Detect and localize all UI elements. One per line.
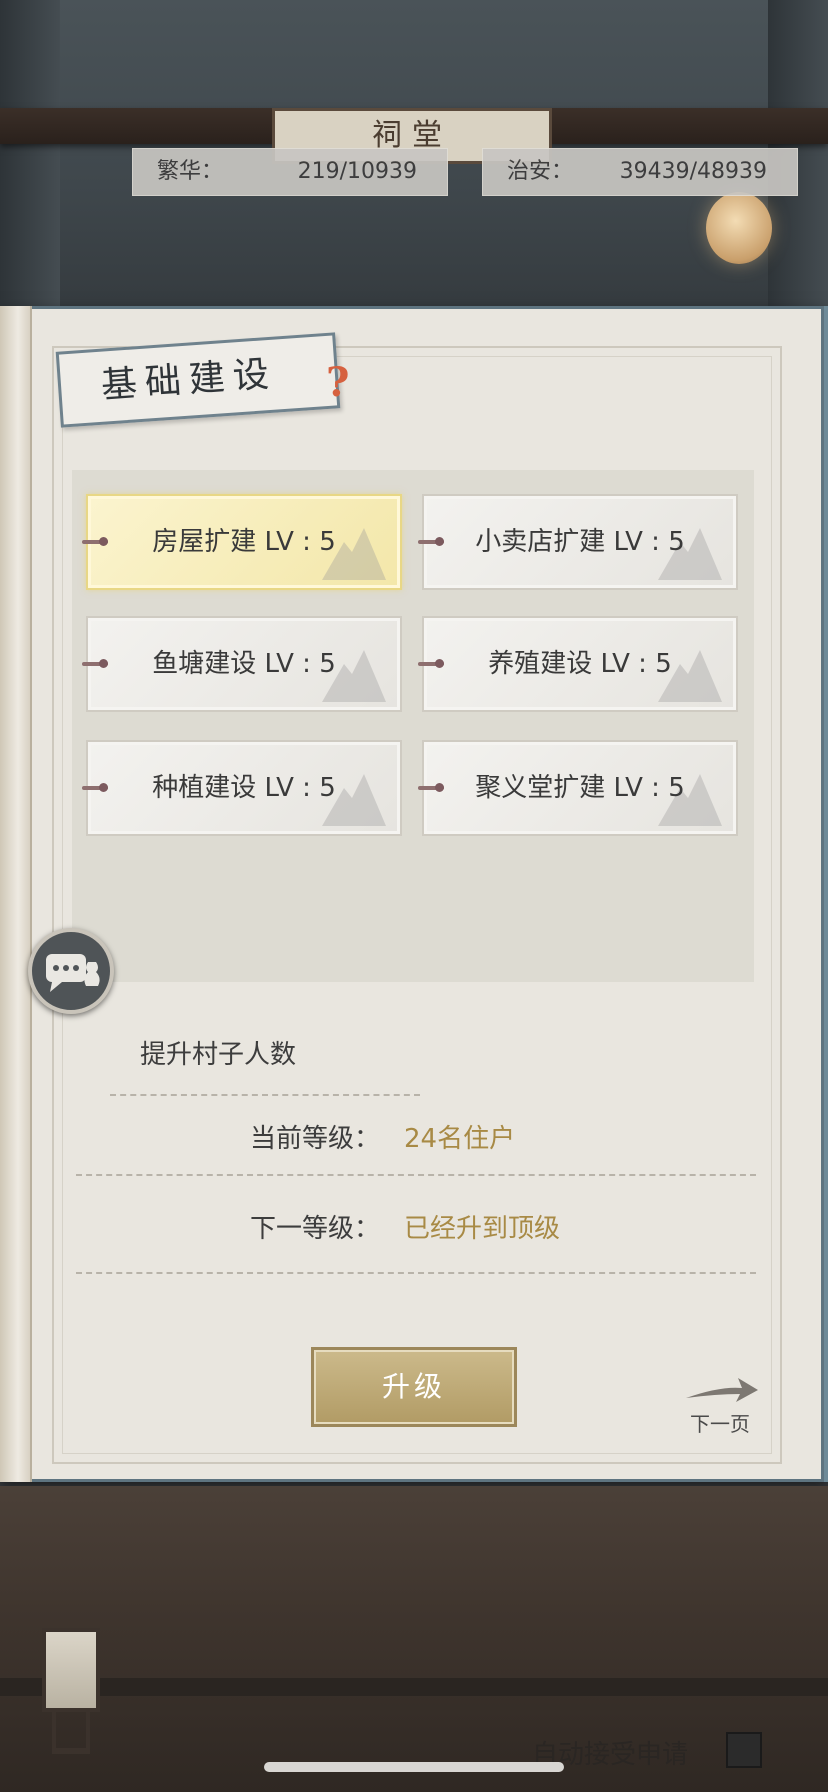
next-level-label: 下一等级： xyxy=(250,1214,381,1244)
pin-icon xyxy=(418,537,444,546)
divider xyxy=(76,1174,756,1176)
current-level-row: 当前等级： 24名住户 xyxy=(250,1118,515,1155)
building-label: 种植建设 LV : 5 xyxy=(152,773,336,803)
chat-bubble-icon xyxy=(46,954,100,992)
building-card[interactable]: 鱼塘建设 LV : 5 xyxy=(82,616,402,712)
building-label: 房屋扩建 LV : 5 xyxy=(152,527,336,557)
next-page-button[interactable]: 下一页 xyxy=(680,1372,760,1436)
home-indicator[interactable] xyxy=(264,1762,564,1772)
chat-button[interactable] xyxy=(28,928,114,1014)
building-card[interactable]: 聚义堂扩建 LV : 5 xyxy=(418,740,738,836)
construction-panel: 基础建设 ? 房屋扩建 LV : 5 小卖店扩建 LV : 5 鱼塘建设 LV … xyxy=(0,306,828,1482)
lamp-stand xyxy=(52,1712,90,1754)
pin-icon xyxy=(82,537,108,546)
security-value: 39439/48939 xyxy=(619,159,767,184)
book-spine xyxy=(0,306,32,1482)
building-card[interactable]: 房屋扩建 LV : 5 xyxy=(82,494,402,590)
divider xyxy=(76,1272,756,1274)
lamp-icon xyxy=(42,1628,100,1712)
arrow-right-icon xyxy=(686,1378,758,1402)
building-card[interactable]: 小卖店扩建 LV : 5 xyxy=(418,494,738,590)
question-mark-icon[interactable]: ? xyxy=(326,358,356,408)
building-card[interactable]: 养殖建设 LV : 5 xyxy=(418,616,738,712)
auto-accept-checkbox[interactable] xyxy=(726,1732,762,1768)
building-label: 鱼塘建设 LV : 5 xyxy=(152,649,336,679)
pin-icon xyxy=(418,659,444,668)
prosperity-value: 219/10939 xyxy=(297,159,417,184)
security-label: 治安： xyxy=(507,159,574,184)
detail-title: 提升村子人数 xyxy=(140,1040,297,1070)
floor-edge xyxy=(0,1678,828,1696)
lantern-icon xyxy=(706,192,772,264)
building-label: 小卖店扩建 LV : 5 xyxy=(475,527,685,557)
pin-icon xyxy=(418,783,444,792)
upgrade-button[interactable]: 升级 xyxy=(314,1350,514,1424)
prosperity-label: 繁华： xyxy=(157,159,224,184)
floor-scene xyxy=(0,1486,828,1792)
building-grid: 房屋扩建 LV : 5 小卖店扩建 LV : 5 鱼塘建设 LV : 5 养殖建… xyxy=(72,470,754,982)
security-stat: 治安： 39439/48939 xyxy=(482,148,798,196)
current-level-label: 当前等级： xyxy=(250,1124,381,1154)
divider xyxy=(110,1094,420,1096)
building-label: 养殖建设 LV : 5 xyxy=(488,649,672,679)
current-level-value: 24名住户 xyxy=(404,1124,516,1154)
left-curtain xyxy=(0,0,60,320)
building-card[interactable]: 种植建设 LV : 5 xyxy=(82,740,402,836)
next-page-label: 下一页 xyxy=(690,1412,750,1436)
building-label: 聚义堂扩建 LV : 5 xyxy=(475,773,685,803)
pin-icon xyxy=(82,659,108,668)
next-level-row: 下一等级： 已经升到顶级 xyxy=(250,1208,560,1245)
pin-icon xyxy=(82,783,108,792)
prosperity-stat: 繁华： 219/10939 xyxy=(132,148,448,196)
next-level-value: 已经升到顶级 xyxy=(404,1214,561,1244)
